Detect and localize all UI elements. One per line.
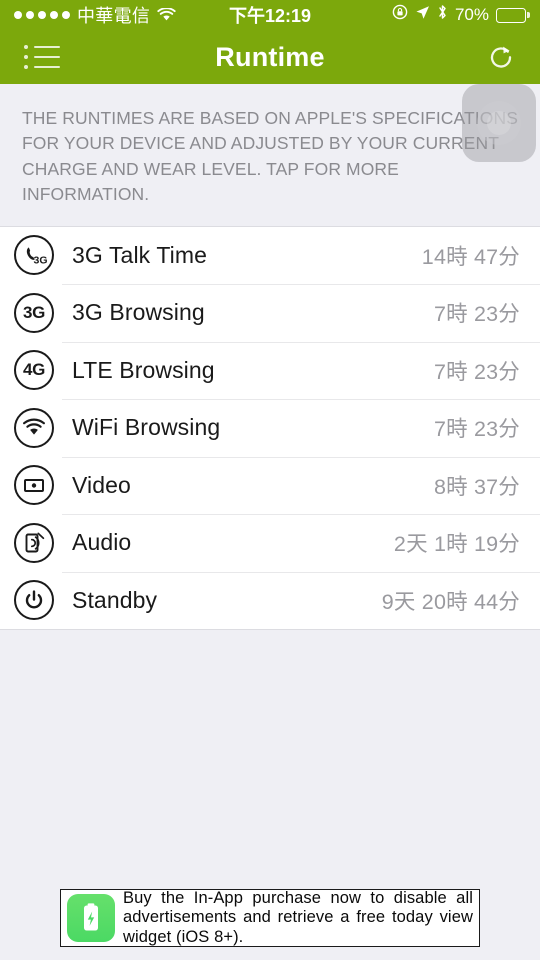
3g-badge-icon: 3G <box>14 292 54 333</box>
rotation-lock-icon <box>392 4 408 26</box>
navigation-bar: Runtime <box>0 30 540 84</box>
row-value: 7時 23分 <box>433 417 520 442</box>
location-arrow-icon <box>415 4 430 26</box>
ad-banner-text: Buy the In-App purchase now to disable a… <box>123 889 473 946</box>
table-row[interactable]: Audio 2天 1時 19分 <box>0 514 540 572</box>
info-banner-text: THE RUNTIMES ARE BASED ON APPLE'S SPECIF… <box>22 108 518 205</box>
carrier-label: 中華電信 <box>77 6 151 26</box>
signal-strength-icon <box>14 11 70 19</box>
ad-banner[interactable]: Buy the In-App purchase now to disable a… <box>60 889 480 947</box>
refresh-icon[interactable] <box>482 38 520 76</box>
power-icon <box>14 580 54 621</box>
row-label: 3G Talk Time <box>72 241 207 268</box>
info-banner[interactable]: THE RUNTIMES ARE BASED ON APPLE'S SPECIF… <box>0 84 540 227</box>
row-value: 14時 47分 <box>421 244 520 269</box>
list-menu-icon[interactable] <box>20 41 64 73</box>
table-row[interactable]: Video 8時 37分 <box>0 456 540 515</box>
row-value: 8時 37分 <box>433 474 520 499</box>
table-row[interactable]: Standby 9天 20時 44分 <box>0 571 540 630</box>
row-value: 2天 1時 19分 <box>393 532 520 557</box>
ad-banner-container: Buy the In-App purchase now to disable a… <box>0 889 540 960</box>
row-label: WiFi Browsing <box>72 414 221 441</box>
table-row[interactable]: 3G 3G Talk Time 14時 47分 <box>0 227 540 285</box>
row-label: Standby <box>72 586 158 613</box>
app-screen: 中華電信 下午12:19 70% Runtime THE RUNTIMES AR… <box>0 0 540 960</box>
wifi-icon <box>157 7 176 22</box>
status-bar-right: 70% <box>392 4 530 26</box>
assistive-touch-icon[interactable] <box>462 84 536 162</box>
row-value: 7時 23分 <box>433 359 520 384</box>
row-label: Audio <box>72 529 132 556</box>
battery-charging-app-icon <box>67 894 115 942</box>
row-label: 3G Browsing <box>72 299 205 326</box>
row-value: 9天 20時 44分 <box>381 589 520 614</box>
row-value: 7時 23分 <box>433 302 520 327</box>
empty-content-area <box>0 630 540 889</box>
table-row[interactable]: WiFi Browsing 7時 23分 <box>0 399 540 457</box>
svg-text:3G: 3G <box>34 255 48 267</box>
audio-icon <box>14 522 54 563</box>
bluetooth-icon <box>437 4 448 26</box>
phone-3g-icon: 3G <box>14 235 54 276</box>
battery-percent-label: 70% <box>454 5 489 24</box>
table-row[interactable]: 4G LTE Browsing 7時 23分 <box>0 341 540 400</box>
battery-icon <box>496 7 530 23</box>
status-bar-left: 中華電信 <box>14 2 176 28</box>
row-label: LTE Browsing <box>72 356 215 383</box>
row-label: Video <box>72 471 131 498</box>
table-row[interactable]: 3G 3G Browsing 7時 23分 <box>0 284 540 342</box>
4g-badge-icon: 4G <box>14 350 54 391</box>
status-bar: 中華電信 下午12:19 70% <box>0 0 540 30</box>
runtime-list: 3G 3G Talk Time 14時 47分 3G 3G Browsing 7… <box>0 226 540 630</box>
video-icon <box>14 465 54 506</box>
wifi-icon <box>14 407 54 448</box>
page-title: Runtime <box>215 41 325 72</box>
